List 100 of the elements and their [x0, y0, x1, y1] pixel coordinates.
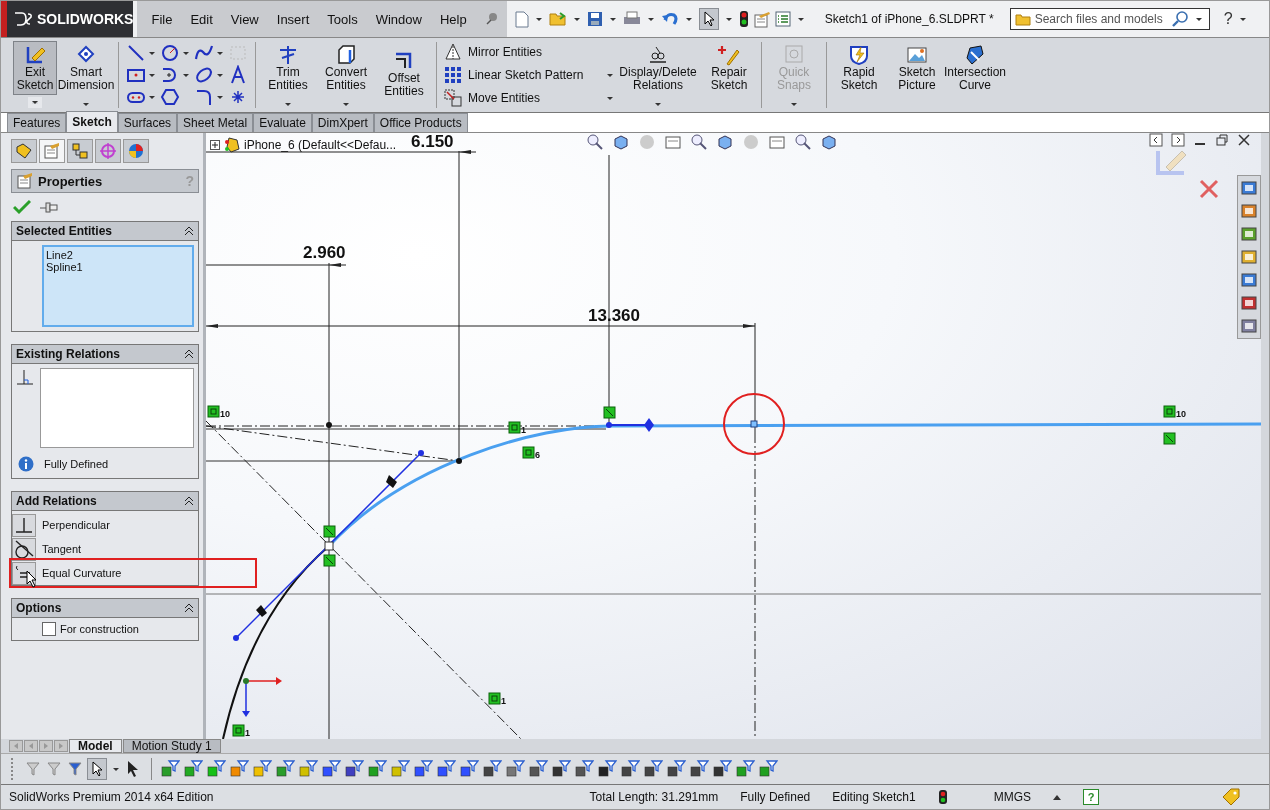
filter-icon[interactable] — [528, 759, 548, 779]
caret-icon[interactable] — [685, 17, 692, 21]
ribbon-button[interactable]: Sketch Picture — [888, 41, 946, 95]
spline-handle[interactable] — [233, 450, 424, 641]
section-header[interactable]: Add Relations — [12, 492, 198, 511]
filter-icon[interactable] — [436, 759, 456, 779]
options-list-icon[interactable] — [774, 11, 791, 27]
units-button[interactable]: MMGS — [993, 790, 1031, 804]
panel-tab[interactable] — [123, 139, 149, 163]
command-tab[interactable]: Sketch — [66, 111, 118, 132]
relation-label[interactable]: Perpendicular — [42, 519, 110, 531]
up-arrow-icon[interactable] — [1053, 794, 1061, 800]
new-document-icon[interactable] — [514, 10, 529, 28]
filter-icon[interactable] — [597, 759, 617, 779]
filter-icon[interactable] — [413, 759, 433, 779]
ribbon-button[interactable]: Intersection Curve — [946, 41, 1004, 95]
view-tool-icon[interactable] — [586, 133, 604, 151]
caret-icon[interactable] — [1239, 17, 1246, 21]
filter-icon[interactable] — [344, 759, 364, 779]
menu-item[interactable]: Help — [439, 11, 467, 27]
caret-icon[interactable] — [113, 767, 119, 771]
command-tab[interactable]: DimXpert — [311, 113, 374, 132]
filter-icon[interactable] — [712, 759, 732, 779]
relation-label[interactable]: Tangent — [42, 543, 82, 555]
caret-icon[interactable] — [607, 73, 613, 77]
viewport-previous-icon[interactable] — [1149, 133, 1163, 147]
tag-icon[interactable] — [1221, 788, 1241, 806]
collapse-icon[interactable] — [184, 226, 194, 236]
search-field[interactable]: Search files and models — [1034, 12, 1167, 26]
close-icon[interactable] — [1237, 133, 1251, 147]
undo-icon[interactable] — [660, 11, 679, 27]
pushpin-icon[interactable] — [39, 200, 59, 214]
panel-tab[interactable] — [67, 139, 93, 163]
caret-icon[interactable] — [183, 51, 189, 55]
restore-icon[interactable] — [1215, 133, 1229, 147]
polygon-tool-icon[interactable] — [160, 87, 180, 107]
filter-icon[interactable] — [643, 759, 663, 779]
search-box[interactable]: Search files and models — [1009, 8, 1210, 30]
ribbon-button[interactable]: Offset Entities — [375, 41, 433, 101]
ribbon-button[interactable]: Smart Dimension — [57, 41, 115, 95]
relation-icon[interactable] — [323, 525, 336, 538]
caret-icon[interactable] — [149, 51, 155, 55]
sketch-point[interactable] — [456, 458, 462, 464]
relation-label[interactable]: Equal Curvature — [42, 567, 122, 579]
checkbox-label[interactable]: For construction — [60, 623, 139, 635]
select-button[interactable] — [698, 8, 719, 30]
task-pane-icon[interactable] — [1240, 248, 1258, 266]
command-tab[interactable]: Surfaces — [117, 113, 178, 132]
command-tab[interactable]: Features — [7, 113, 67, 132]
relation-icon[interactable] — [603, 406, 616, 419]
caret-icon[interactable] — [725, 17, 732, 21]
expand-icon[interactable] — [210, 140, 220, 150]
menu-item[interactable]: File — [151, 11, 173, 27]
ellipse-tool-icon[interactable] — [194, 65, 214, 85]
panel-tab[interactable] — [95, 139, 121, 163]
section-header[interactable]: Existing Relations — [12, 345, 198, 364]
filter-icon[interactable] — [620, 759, 640, 779]
caret-icon[interactable] — [607, 96, 613, 100]
menu-item[interactable]: Edit — [190, 11, 213, 27]
search-icon[interactable] — [1170, 10, 1189, 28]
spline-handle[interactable] — [605, 418, 654, 432]
feature-tree-item[interactable]: iPhone_6 (Default<<Defau... — [210, 137, 397, 153]
collapse-icon[interactable] — [184, 603, 194, 613]
caret-icon[interactable] — [573, 17, 580, 21]
section-header[interactable]: Selected Entities — [12, 222, 198, 241]
menu-item[interactable]: Insert — [276, 11, 310, 27]
dimension-value[interactable]: 6.150 — [411, 133, 454, 151]
task-pane-icon[interactable] — [1240, 225, 1258, 243]
ribbon-button[interactable]: Rapid Sketch — [830, 41, 888, 95]
ribbon-button[interactable]: Mirror Entities — [444, 43, 542, 61]
task-pane-icon[interactable] — [1240, 294, 1258, 312]
caret-icon[interactable] — [285, 103, 291, 106]
view-tool-icon[interactable] — [794, 133, 812, 151]
bottom-tab[interactable]: Model — [69, 739, 122, 753]
traffic-light-icon[interactable] — [738, 10, 749, 28]
folder-icon[interactable] — [548, 12, 567, 26]
ribbon-button[interactable]: Exit Sketch — [13, 41, 57, 95]
text-tool-icon[interactable] — [228, 65, 248, 85]
caret-icon[interactable] — [183, 73, 189, 77]
cancel-icon[interactable] — [1199, 179, 1219, 199]
list-item[interactable]: Spline1 — [46, 261, 190, 273]
dimension-value[interactable]: 2.960 — [303, 243, 346, 262]
line-tool-icon[interactable] — [126, 43, 146, 63]
caret-icon[interactable] — [797, 17, 804, 21]
checkmark-icon[interactable] — [13, 199, 31, 215]
caret-icon[interactable] — [217, 73, 223, 77]
menu-item[interactable]: Tools — [327, 11, 358, 27]
caret-icon[interactable] — [655, 103, 661, 106]
caret-icon[interactable] — [609, 17, 616, 21]
task-pane-icon[interactable] — [1240, 317, 1258, 335]
select-button[interactable] — [87, 758, 107, 780]
caret-icon[interactable] — [149, 73, 155, 77]
caret-icon[interactable] — [217, 51, 223, 55]
filter-icon[interactable] — [689, 759, 709, 779]
save-icon[interactable] — [586, 11, 603, 27]
checkbox[interactable] — [42, 622, 56, 636]
ribbon-button[interactable]: Convert Entities — [317, 41, 375, 95]
help-button[interactable]: ? — [1083, 789, 1099, 805]
panel-tab[interactable] — [39, 139, 65, 163]
filter-icon[interactable] — [551, 759, 571, 779]
